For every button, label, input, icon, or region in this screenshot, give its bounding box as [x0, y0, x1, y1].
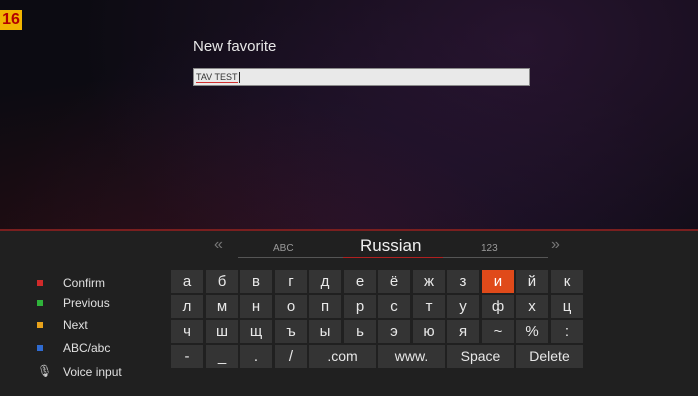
key[interactable]: к [551, 270, 583, 293]
key[interactable]: ч [171, 320, 203, 343]
key[interactable]: . [240, 345, 272, 368]
tab-russian[interactable]: Russian [360, 236, 421, 256]
key[interactable]: ю [413, 320, 445, 343]
key[interactable]: е [344, 270, 376, 293]
key-www[interactable]: www. [378, 345, 445, 368]
key[interactable]: р [344, 295, 376, 318]
corner-badge: 16 [0, 10, 22, 30]
key[interactable]: и [482, 270, 514, 293]
key[interactable]: х [516, 295, 548, 318]
tab-123[interactable]: 123 [481, 243, 498, 254]
key[interactable]: - [171, 345, 203, 368]
key[interactable]: : [551, 320, 583, 343]
key[interactable]: с [378, 295, 410, 318]
key[interactable]: ь [344, 320, 376, 343]
key[interactable]: н [240, 295, 272, 318]
key[interactable]: щ [240, 320, 272, 343]
active-tab-underline [343, 257, 443, 258]
key[interactable]: ё [378, 270, 410, 293]
key[interactable]: _ [206, 345, 238, 368]
microphone-icon: 🎙 [37, 364, 53, 378]
key[interactable]: ж [413, 270, 445, 293]
key[interactable]: ъ [275, 320, 307, 343]
key[interactable]: л [171, 295, 203, 318]
key[interactable]: / [275, 345, 307, 368]
blue-square-icon [37, 345, 43, 351]
key[interactable]: п [309, 295, 341, 318]
key[interactable]: д [309, 270, 341, 293]
key[interactable]: ш [206, 320, 238, 343]
key[interactable]: о [275, 295, 307, 318]
tab-divider [443, 257, 548, 258]
key[interactable]: в [240, 270, 272, 293]
key[interactable]: ф [482, 295, 514, 318]
tab-divider [238, 257, 343, 258]
key-delete[interactable]: Delete [516, 345, 583, 368]
green-square-icon [37, 300, 43, 306]
key[interactable]: з [447, 270, 479, 293]
key[interactable]: й [516, 270, 548, 293]
key-com[interactable]: .com [309, 345, 376, 368]
key[interactable]: а [171, 270, 203, 293]
prev-layout-arrow-icon[interactable]: « [214, 236, 223, 254]
input-value: TAV TEST [196, 72, 238, 83]
text-caret [238, 72, 240, 84]
yellow-square-icon [37, 322, 43, 328]
red-square-icon [37, 280, 43, 286]
next-layout-arrow-icon[interactable]: » [551, 236, 560, 254]
tab-abc[interactable]: ABC [273, 243, 294, 254]
key[interactable]: % [516, 320, 548, 343]
key[interactable]: э [378, 320, 410, 343]
key[interactable]: г [275, 270, 307, 293]
dialog-title: New favorite [193, 38, 277, 55]
key[interactable]: ц [551, 295, 583, 318]
favorite-name-input[interactable]: TAV TEST [193, 68, 530, 86]
key[interactable]: ы [309, 320, 341, 343]
key[interactable]: т [413, 295, 445, 318]
key[interactable]: ~ [482, 320, 514, 343]
key[interactable]: я [447, 320, 479, 343]
key-space[interactable]: Space [447, 345, 514, 368]
key[interactable]: м [206, 295, 238, 318]
key[interactable]: у [447, 295, 479, 318]
key[interactable]: б [206, 270, 238, 293]
